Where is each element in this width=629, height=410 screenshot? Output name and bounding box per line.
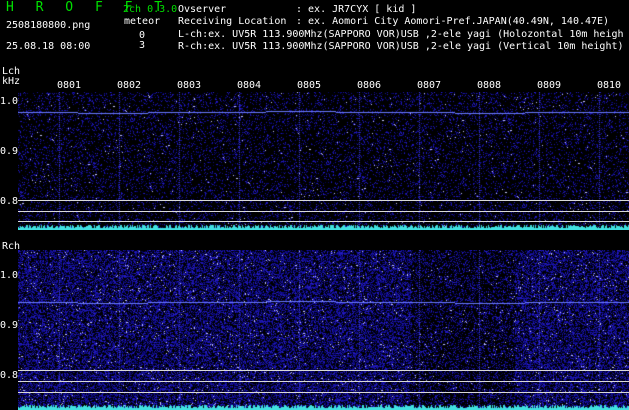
lch-spectrogram — [18, 92, 629, 230]
location-key: Receiving Location — [178, 16, 287, 27]
time-label: 0803 — [177, 80, 202, 91]
rch-baseline-3 — [18, 392, 629, 393]
lch-baseline-1 — [18, 200, 629, 201]
time-label: 0804 — [237, 80, 262, 91]
lch-spectrogram-canvas — [18, 92, 629, 230]
time-label: 0801 — [57, 80, 82, 91]
lch-unit: kHz — [2, 76, 21, 87]
time-label: 0807 — [417, 80, 442, 91]
time-label: 0805 — [297, 80, 322, 91]
mode-label: 2ch 0.3.0 — [123, 4, 178, 15]
lch-tick-1.0: 1.0 — [0, 96, 19, 107]
time-label: 0809 — [537, 80, 562, 91]
filename-label: 2508180800.png — [6, 20, 91, 31]
meteor-count-r: 3 — [139, 40, 146, 51]
rch-info-line: R-ch:ex. UV5R 113.900Mhz(SAPPORO VOR)USB… — [178, 41, 624, 52]
time-label: 0802 — [117, 80, 142, 91]
observer-line: Ovserver : ex. JR7CYX [ kid ] — [178, 4, 629, 16]
lch-tick-0.8: 0.8 — [0, 196, 19, 207]
lch-baseline-3 — [18, 221, 629, 222]
rch-tick-0.8: 0.8 — [0, 370, 19, 381]
lch-baseline-2 — [18, 211, 629, 212]
time-label: 0806 — [357, 80, 382, 91]
rch-tick-1.0: 1.0 — [0, 270, 19, 281]
observer-key: Ovserver — [178, 4, 227, 15]
lch-info-line: L-ch:ex. UV5R 113.900Mhz(SAPPORO VOR)USB… — [178, 29, 624, 40]
lch-tick-0.9: 0.9 — [0, 146, 19, 157]
rch-spectrogram — [18, 250, 629, 410]
location-value: : ex. Aomori City Aomori-Pref.JAPAN(40.4… — [296, 16, 610, 27]
location-line: Receiving Location : ex. Aomori City Aomo… — [178, 16, 629, 28]
observer-value: : ex. JR7CYX [ kid ] — [296, 4, 417, 15]
rch-spectrogram-canvas — [18, 250, 629, 410]
rch-baseline-2 — [18, 381, 629, 382]
rch-tick-0.9: 0.9 — [0, 320, 19, 331]
datetime-label: 25.08.18 08:00 — [6, 41, 91, 52]
time-label: 0810 — [597, 80, 622, 91]
time-label: 0808 — [477, 80, 502, 91]
meteor-label: meteor — [124, 16, 161, 27]
rch-baseline-1 — [18, 370, 629, 371]
